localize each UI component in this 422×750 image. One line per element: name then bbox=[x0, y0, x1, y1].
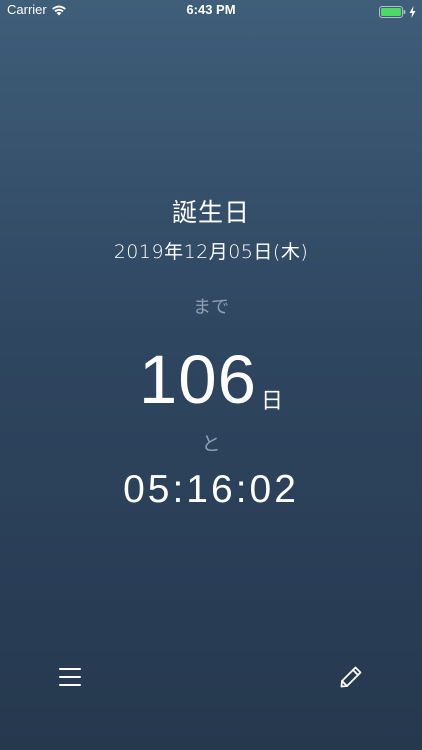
days-countdown: 106 日 bbox=[0, 340, 422, 420]
event-title: 誕生日 bbox=[171, 198, 250, 227]
until-label: まで bbox=[193, 297, 229, 318]
and-label: と bbox=[201, 433, 221, 455]
status-bar: Carrier 6:43 PM bbox=[0, 0, 422, 22]
menu-icon bbox=[58, 666, 82, 692]
countdown-time: 05:16:02 bbox=[123, 468, 299, 511]
pencil-icon bbox=[338, 664, 364, 694]
charging-bolt-icon bbox=[409, 3, 416, 18]
edit-button[interactable] bbox=[336, 664, 366, 694]
battery-full-icon bbox=[379, 3, 406, 18]
menu-button[interactable] bbox=[55, 664, 85, 694]
days-value: 106 bbox=[138, 341, 258, 418]
status-right bbox=[379, 3, 416, 18]
event-date: 2019年12月05日(木) bbox=[113, 241, 309, 263]
days-unit: 日 bbox=[261, 389, 284, 414]
status-time: 6:43 PM bbox=[186, 2, 236, 17]
